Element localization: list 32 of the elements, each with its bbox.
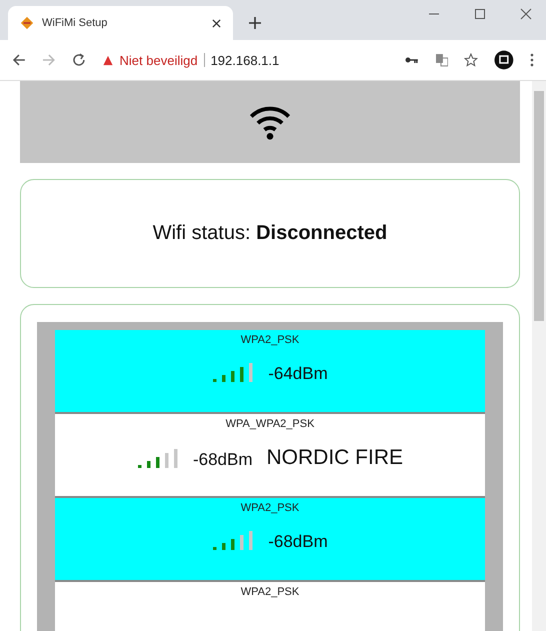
security-type: WPA2_PSK [240, 502, 300, 514]
signal-strength: -68dBm [192, 450, 253, 470]
close-icon[interactable] [520, 8, 532, 20]
address-bar[interactable]: Niet beveiligd 192.168.1.1 [102, 46, 349, 74]
close-icon[interactable] [212, 18, 221, 28]
tab-title: WiFiMi Setup [42, 17, 108, 29]
new-tab-icon[interactable] [249, 17, 261, 29]
maximize-icon[interactable] [474, 8, 486, 20]
scrollbar[interactable] [532, 81, 546, 631]
warning-icon [102, 54, 114, 66]
diamond-icon [20, 16, 34, 30]
security-type: WPA_WPA2_PSK [226, 418, 314, 430]
reload-icon[interactable] [72, 53, 86, 67]
translate-icon[interactable] [434, 53, 448, 67]
key-icon[interactable] [404, 56, 419, 64]
network-row[interactable]: WPA2_PSK -64dBm [55, 330, 485, 414]
star-icon[interactable] [464, 53, 478, 67]
network-row[interactable]: WPA2_PSK [55, 582, 485, 631]
security-label: Niet beveiligd [120, 52, 198, 68]
browser-tab[interactable]: WiFiMi Setup [8, 6, 233, 40]
network-row[interactable]: WPA_WPA2_PSK -68dBm NORDIC FIRE [55, 414, 485, 498]
security-type: WPA2_PSK [240, 334, 300, 346]
signal-strength: -64dBm [268, 364, 328, 384]
wifi-status: Wifi status: Disconnected [152, 222, 388, 245]
url-text: 192.168.1.1 [210, 52, 280, 68]
signal-strength: -68dBm [268, 532, 328, 552]
back-icon[interactable] [12, 53, 26, 67]
security-type: WPA2_PSK [240, 586, 300, 598]
menu-icon[interactable] [530, 53, 534, 67]
network-row[interactable]: WPA2_PSK -68dBm [55, 498, 485, 582]
extension-icon[interactable] [494, 50, 514, 70]
network-name: NORDIC FIRE [266, 446, 404, 470]
